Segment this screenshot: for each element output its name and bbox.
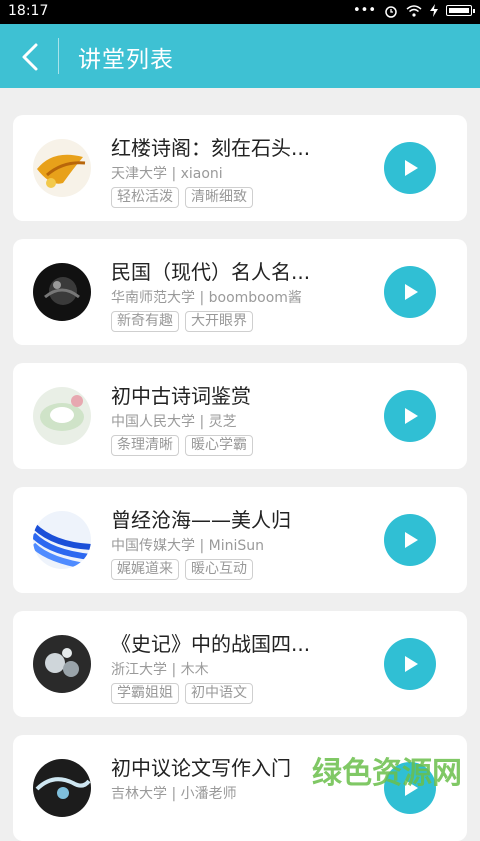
lecture-thumbnail	[33, 139, 91, 197]
play-button[interactable]	[384, 266, 436, 318]
lecture-subtitle: 中国人民大学 | 灵芝	[111, 414, 237, 430]
lecture-title: 红楼诗阁：刻在石头...	[111, 136, 311, 160]
lecture-subtitle: 华南师范大学 | boomboom酱	[111, 290, 302, 306]
play-button[interactable]	[384, 514, 436, 566]
list-item[interactable]: 《史记》中的战国四... 浙江大学 | 木木 学霸姐姐 初中语文	[13, 611, 467, 717]
back-arrow-icon[interactable]	[14, 39, 50, 75]
charging-icon	[430, 4, 438, 17]
tag: 条理清晰	[111, 435, 179, 456]
status-icons: •••	[352, 3, 475, 18]
alarm-icon	[385, 5, 397, 18]
lecture-title: 民国（现代）名人名...	[111, 260, 311, 284]
signal-dots-icon: •••	[352, 3, 376, 18]
list-item[interactable]: 民国（现代）名人名... 华南师范大学 | boomboom酱 新奇有趣 大开眼…	[13, 239, 467, 345]
wifi-icon	[406, 4, 422, 17]
tag: 学霸姐姐	[111, 683, 179, 704]
lecture-thumbnail	[33, 387, 91, 445]
tag-list: 新奇有趣 大开眼界	[111, 311, 253, 332]
lecture-title: 曾经沧海——美人归	[111, 508, 291, 532]
lecture-thumbnail	[33, 263, 91, 321]
lecture-subtitle: 浙江大学 | 木木	[111, 662, 209, 678]
tag-list: 条理清晰 暖心学霸	[111, 435, 253, 456]
tag: 暖心学霸	[185, 435, 253, 456]
lecture-title: 初中议论文写作入门	[111, 756, 291, 780]
tag-list: 轻松活泼 清晰细致	[111, 187, 253, 208]
lecture-title: 初中古诗词鉴赏	[111, 384, 251, 408]
status-bar: 18:17 •••	[0, 0, 480, 24]
tag-list: 娓娓道来 暖心互动	[111, 559, 253, 580]
status-time: 18:17	[8, 3, 49, 19]
lecture-subtitle: 吉林大学 | 小潘老师	[111, 786, 237, 802]
lecture-thumbnail	[33, 511, 91, 569]
play-button[interactable]	[384, 142, 436, 194]
lecture-thumbnail	[33, 635, 91, 693]
list-item[interactable]: 初中古诗词鉴赏 中国人民大学 | 灵芝 条理清晰 暖心学霸	[13, 363, 467, 469]
lecture-subtitle: 中国传媒大学 | MiniSun	[111, 538, 264, 554]
tag: 轻松活泼	[111, 187, 179, 208]
list-item[interactable]: 曾经沧海——美人归 中国传媒大学 | MiniSun 娓娓道来 暖心互动	[13, 487, 467, 593]
lecture-title: 《史记》中的战国四...	[111, 632, 311, 656]
list-item[interactable]: 红楼诗阁：刻在石头... 天津大学 | xiaoni 轻松活泼 清晰细致	[13, 115, 467, 221]
tag: 清晰细致	[185, 187, 253, 208]
tag: 暖心互动	[185, 559, 253, 580]
title-bar: 讲堂列表	[0, 24, 480, 88]
title-divider	[58, 38, 59, 74]
tag: 娓娓道来	[111, 559, 179, 580]
tag-list: 学霸姐姐 初中语文	[111, 683, 253, 704]
watermark-logo: 绿色资源网	[312, 756, 462, 791]
tag: 新奇有趣	[111, 311, 179, 332]
tag: 初中语文	[185, 683, 253, 704]
tag: 大开眼界	[185, 311, 253, 332]
play-button[interactable]	[384, 638, 436, 690]
lecture-thumbnail	[33, 759, 91, 817]
page-title: 讲堂列表	[78, 47, 174, 73]
lecture-subtitle: 天津大学 | xiaoni	[111, 166, 223, 182]
battery-icon	[446, 5, 475, 16]
play-button[interactable]	[384, 390, 436, 442]
